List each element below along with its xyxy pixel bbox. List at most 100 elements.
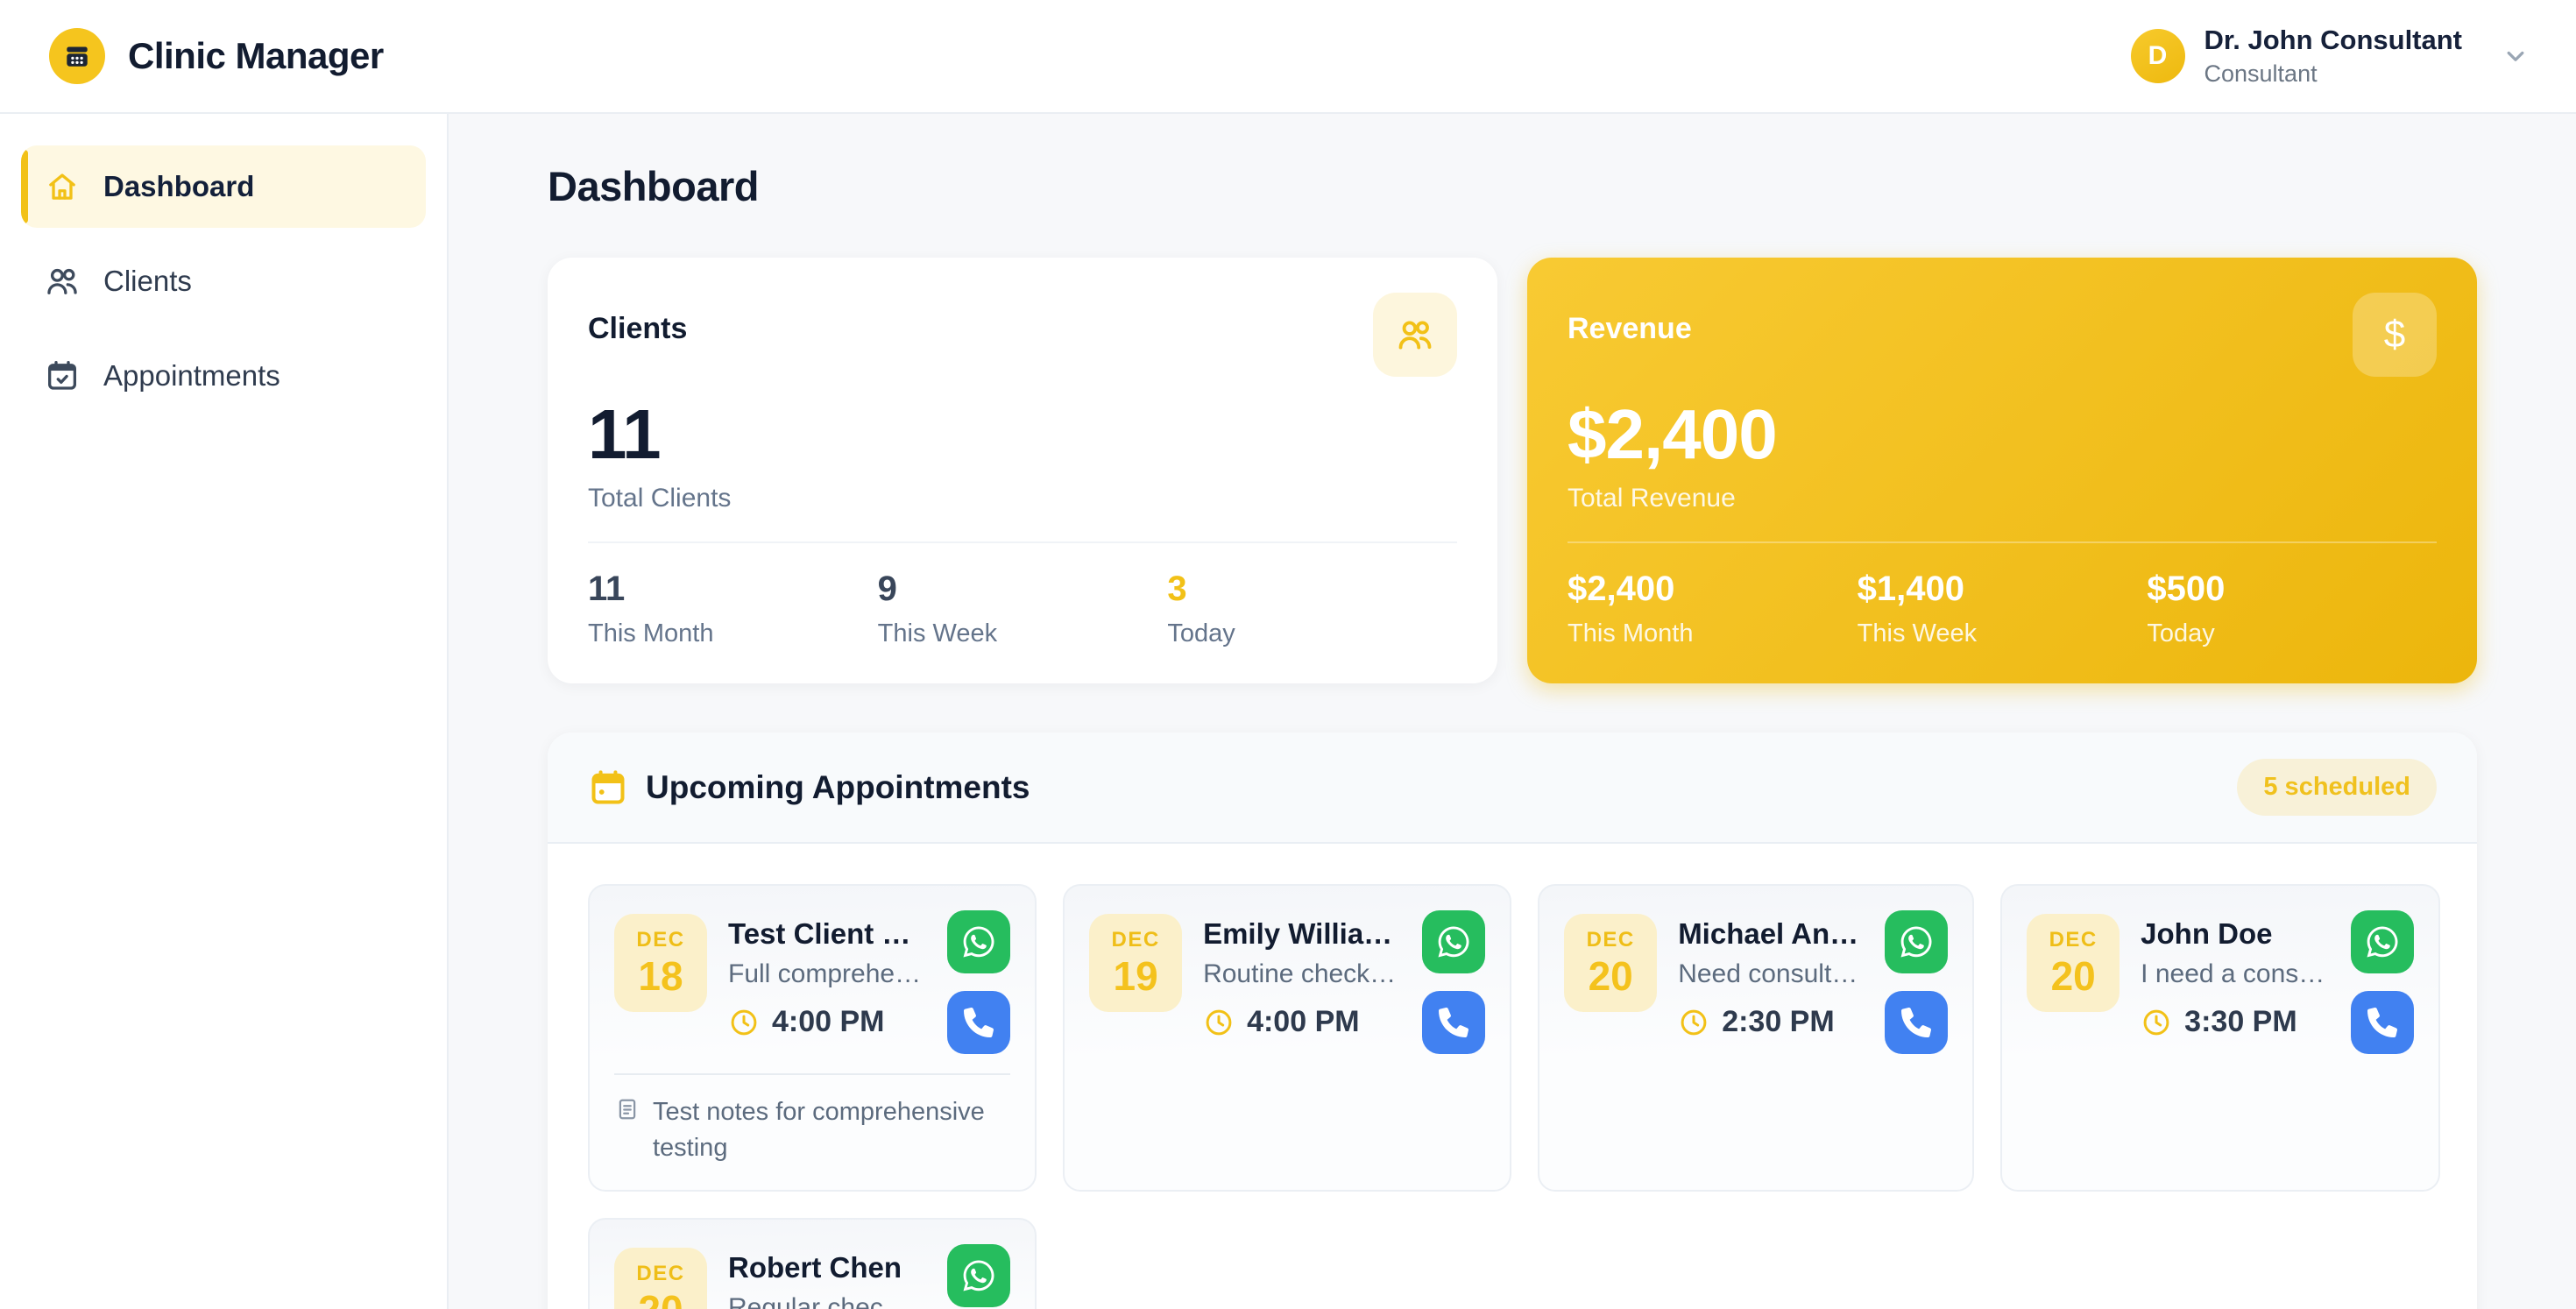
date-badge: DEC 19 bbox=[1089, 914, 1183, 1012]
revenue-stat-card: Revenue $ $2,400 Total Revenue $2,400 Th… bbox=[1527, 258, 2477, 683]
whatsapp-icon bbox=[2365, 924, 2400, 959]
clients-week-value: 9 bbox=[877, 570, 897, 608]
chevron-down-icon[interactable] bbox=[2501, 41, 2530, 71]
clients-today-value: 3 bbox=[1167, 570, 1187, 608]
appointment-actions bbox=[1885, 910, 1949, 1054]
avatar: D bbox=[2130, 29, 2185, 83]
appointments-title: Upcoming Appointments bbox=[646, 768, 1030, 805]
appointment-card[interactable]: DEC 20 Robert Chen Regular chec… bbox=[588, 1218, 1037, 1309]
app-header: Clinic Manager D Dr. John Consultant Con… bbox=[0, 0, 2576, 114]
revenue-month-label: This Month bbox=[1568, 619, 1694, 647]
clients-today-label: Today bbox=[1167, 619, 1235, 647]
whatsapp-button[interactable] bbox=[947, 1244, 1011, 1308]
user-name: Dr. John Consultant bbox=[2204, 25, 2463, 55]
breakdown-item: 3 Today bbox=[1167, 570, 1457, 648]
whatsapp-icon bbox=[1436, 924, 1471, 959]
client-name: John Doe bbox=[2141, 917, 2273, 950]
note-icon bbox=[614, 1096, 640, 1122]
date-badge: DEC 18 bbox=[614, 914, 707, 1012]
calendar-logo-icon bbox=[61, 40, 93, 72]
date-month: DEC bbox=[636, 1261, 685, 1285]
whatsapp-button[interactable] bbox=[1422, 910, 1486, 973]
breakdown-item: 9 This Week bbox=[878, 570, 1168, 648]
appointment-card[interactable]: DEC 19 Emily Willia… Routine check… 4:00… bbox=[1063, 884, 1512, 1192]
whatsapp-button[interactable] bbox=[947, 910, 1011, 973]
appointment-info: John Doe I need a cons… 3:30 PM bbox=[2141, 910, 2325, 1054]
client-name: Robert Chen bbox=[728, 1251, 902, 1284]
stats-row: Clients 11 Total Clients 11 This Month 9… bbox=[548, 258, 2477, 683]
revenue-iconbox: $ bbox=[2353, 293, 2437, 377]
appointment-time-row: 3:30 PM bbox=[2141, 1005, 2325, 1039]
user-role: Consultant bbox=[2204, 60, 2318, 87]
divider bbox=[1568, 541, 2437, 543]
whatsapp-icon bbox=[961, 1258, 996, 1293]
phone-icon bbox=[964, 1008, 994, 1037]
whatsapp-button[interactable] bbox=[2351, 910, 2415, 973]
appointment-description: Full comprehe… bbox=[728, 959, 922, 988]
dollar-icon: $ bbox=[2383, 313, 2406, 356]
appointment-description: Need consult… bbox=[1678, 959, 1858, 988]
appointment-actions bbox=[1422, 910, 1486, 1054]
call-button[interactable] bbox=[947, 991, 1011, 1054]
whatsapp-icon bbox=[1899, 924, 1934, 959]
revenue-week-label: This Week bbox=[1857, 619, 1978, 647]
appointment-actions bbox=[947, 1244, 1011, 1309]
appointment-time-row: 4:00 PM bbox=[728, 1005, 921, 1039]
user-menu[interactable]: D Dr. John Consultant Consultant bbox=[2130, 25, 2531, 88]
breakdown-item: $500 Today bbox=[2147, 570, 2437, 648]
appointment-time-row: 2:30 PM bbox=[1678, 1005, 1858, 1039]
clients-card-header: Clients bbox=[588, 293, 1457, 377]
appointments-panel-header: Upcoming Appointments 5 scheduled bbox=[548, 732, 2477, 844]
date-month: DEC bbox=[1111, 927, 1160, 952]
home-icon bbox=[44, 168, 81, 205]
appointment-card[interactable]: DEC 18 Test Client … Full comprehe… 4:00… bbox=[588, 884, 1037, 1192]
clock-icon bbox=[1203, 1007, 1235, 1038]
appointment-time: 2:30 PM bbox=[1722, 1005, 1835, 1038]
sidebar-item-label: Appointments bbox=[103, 359, 280, 392]
clients-card-title: Clients bbox=[588, 312, 688, 345]
date-badge: DEC 20 bbox=[1564, 914, 1658, 1012]
appointment-card-top: DEC 19 Emily Willia… Routine check… 4:00… bbox=[1089, 910, 1486, 1054]
revenue-breakdown: $2,400 This Month $1,400 This Week $500 … bbox=[1568, 570, 2437, 648]
brand: Clinic Manager bbox=[49, 28, 384, 84]
revenue-week-value: $1,400 bbox=[1857, 570, 1964, 608]
appointment-card[interactable]: DEC 20 John Doe I need a cons… 3:30 PM bbox=[2000, 884, 2441, 1192]
clock-icon bbox=[1678, 1007, 1709, 1038]
people-icon bbox=[1395, 315, 1435, 355]
appointment-actions bbox=[2351, 910, 2415, 1054]
date-day: 20 bbox=[1588, 952, 1633, 999]
appointment-card-top: DEC 20 Michael An… Need consult… 2:30 PM bbox=[1564, 910, 1949, 1054]
sidebar: Dashboard Clients Appointments bbox=[0, 114, 449, 1309]
revenue-total-label: Total Revenue bbox=[1568, 484, 1736, 513]
sidebar-item-dashboard[interactable]: Dashboard bbox=[21, 145, 426, 228]
sidebar-item-appointments[interactable]: Appointments bbox=[21, 335, 426, 417]
app-title: Clinic Manager bbox=[128, 35, 384, 76]
breakdown-item: $2,400 This Month bbox=[1568, 570, 1858, 648]
appointment-description: Regular chec… bbox=[728, 1293, 909, 1309]
clients-stat-card: Clients 11 Total Clients 11 This Month 9… bbox=[548, 258, 1497, 683]
appointment-card[interactable]: DEC 20 Michael An… Need consult… 2:30 PM bbox=[1538, 884, 1975, 1192]
appointment-card-top: DEC 20 John Doe I need a cons… 3:30 PM bbox=[2027, 910, 2415, 1054]
clients-breakdown: 11 This Month 9 This Week 3 Today bbox=[588, 570, 1457, 648]
call-button[interactable] bbox=[1422, 991, 1486, 1054]
people-icon bbox=[44, 263, 81, 300]
app-logo bbox=[49, 28, 105, 84]
clients-total-label: Total Clients bbox=[588, 484, 732, 513]
divider bbox=[588, 541, 1457, 543]
call-button[interactable] bbox=[2351, 991, 2415, 1054]
panel-title-wrap: Upcoming Appointments bbox=[588, 768, 1030, 808]
date-day: 18 bbox=[638, 952, 683, 999]
appointments-panel: Upcoming Appointments 5 scheduled DEC 18… bbox=[548, 732, 2477, 1309]
whatsapp-button[interactable] bbox=[1885, 910, 1949, 973]
clients-month-label: This Month bbox=[588, 619, 714, 647]
phone-icon bbox=[1439, 1008, 1469, 1037]
calendar-icon bbox=[588, 768, 628, 808]
call-button[interactable] bbox=[1885, 991, 1949, 1054]
appointment-cards-grid: DEC 18 Test Client … Full comprehe… 4:00… bbox=[548, 844, 2477, 1309]
revenue-today-label: Today bbox=[2147, 619, 2215, 647]
breakdown-item: $1,400 This Week bbox=[1858, 570, 2148, 648]
appointment-time: 3:30 PM bbox=[2184, 1005, 2297, 1038]
appointment-info: Test Client … Full comprehe… 4:00 PM bbox=[728, 910, 921, 1054]
sidebar-item-clients[interactable]: Clients bbox=[21, 240, 426, 322]
revenue-today-value: $500 bbox=[2147, 570, 2226, 608]
